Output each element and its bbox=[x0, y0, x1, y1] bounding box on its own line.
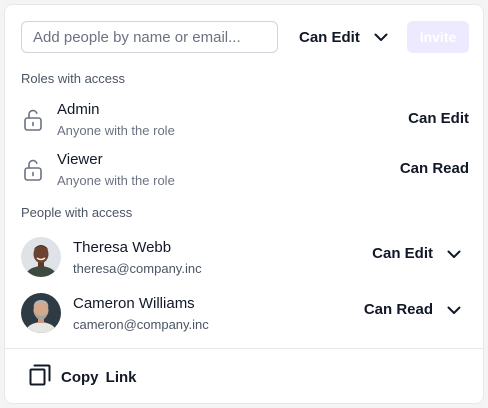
unlock-icon bbox=[21, 157, 47, 183]
person-permission-dropdown[interactable]: Can Edit bbox=[372, 245, 461, 262]
chevron-down-icon bbox=[447, 303, 461, 317]
copy-icon bbox=[29, 364, 51, 391]
copy-link-label: Copy Link bbox=[61, 368, 137, 386]
role-permission: Can Read bbox=[399, 160, 469, 177]
role-row-admin: Admin Anyone with the role Can Edit bbox=[21, 99, 469, 143]
person-name: Theresa Webb bbox=[73, 239, 172, 256]
copy-link-button[interactable]: Copy Link bbox=[29, 364, 137, 391]
search-input[interactable] bbox=[21, 21, 278, 53]
person-permission-dropdown[interactable]: Can Read bbox=[364, 301, 461, 318]
role-name: Admin bbox=[57, 101, 100, 118]
invite-button[interactable]: Invite bbox=[407, 21, 469, 53]
person-row-theresa: Theresa Webb theresa@company.inc Can Edi… bbox=[21, 237, 469, 281]
person-email: theresa@company.inc bbox=[73, 261, 202, 276]
chevron-down-icon bbox=[447, 247, 461, 261]
roles-section-title: Roles with access bbox=[21, 71, 126, 86]
footer-divider bbox=[5, 348, 483, 349]
person-email: cameron@company.inc bbox=[73, 317, 209, 332]
role-row-viewer: Viewer Anyone with the role Can Read bbox=[21, 149, 469, 193]
person-row-cameron: Cameron Williams cameron@company.inc Can… bbox=[21, 293, 469, 337]
person-permission-label: Can Edit bbox=[372, 245, 433, 262]
unlock-icon bbox=[21, 107, 47, 133]
invite-permission-label: Can Edit bbox=[299, 28, 360, 46]
role-subtitle: Anyone with the role bbox=[57, 173, 175, 188]
person-name: Cameron Williams bbox=[73, 295, 195, 312]
avatar bbox=[21, 237, 61, 277]
role-subtitle: Anyone with the role bbox=[57, 123, 175, 138]
avatar bbox=[21, 293, 61, 333]
role-permission: Can Edit bbox=[408, 110, 469, 127]
chevron-down-icon bbox=[374, 30, 388, 44]
invite-permission-dropdown[interactable]: Can Edit bbox=[295, 21, 395, 53]
role-name: Viewer bbox=[57, 151, 103, 168]
share-dialog: Can Edit Invite Roles with access Admin … bbox=[4, 4, 484, 404]
person-permission-label: Can Read bbox=[363, 301, 433, 318]
people-section-title: People with access bbox=[21, 205, 133, 220]
